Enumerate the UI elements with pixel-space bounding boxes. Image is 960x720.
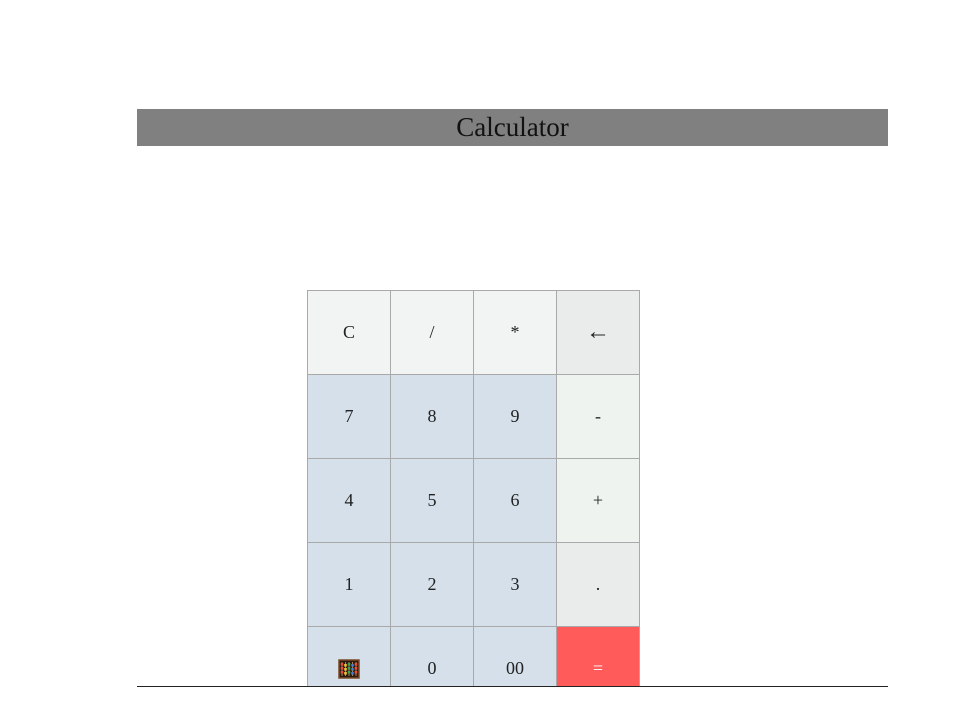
divide-label: / [429, 322, 435, 342]
double-zero-button[interactable]: 00 [474, 627, 557, 687]
digit-5-button[interactable]: 5 [391, 459, 474, 543]
decimal-label: . [595, 574, 601, 594]
calculator-viewport[interactable]: C / * ← 7 8 9-4 5 6 +1 2 3. 0 00 = [137, 146, 888, 687]
clear-button[interactable]: C [308, 291, 391, 375]
digit-4-button[interactable]: 4 [308, 459, 391, 543]
add-button[interactable]: + [557, 459, 640, 543]
digit-7-button[interactable]: 7 [308, 375, 391, 459]
divide-button[interactable]: / [391, 291, 474, 375]
subtract-button[interactable]: - [557, 375, 640, 459]
digit-0-label: 0 [427, 658, 437, 678]
digit-7-label: 7 [344, 406, 354, 426]
clear-label: C [342, 322, 355, 342]
digit-5-label: 5 [427, 490, 437, 510]
multiply-button[interactable]: * [474, 291, 557, 375]
digit-6-button[interactable]: 6 [474, 459, 557, 543]
digit-3-label: 3 [510, 574, 520, 594]
digit-9-button[interactable]: 9 [474, 375, 557, 459]
app-title: Calculator [456, 112, 569, 142]
digit-4-label: 4 [344, 490, 354, 510]
digit-8-button[interactable]: 8 [391, 375, 474, 459]
bottom-divider [137, 686, 888, 687]
digit-1-button[interactable]: 1 [308, 543, 391, 627]
keypad: C / * ← 7 8 9-4 5 6 +1 2 3. 0 00 = [307, 290, 640, 687]
digit-3-button[interactable]: 3 [474, 543, 557, 627]
digit-0-button[interactable]: 0 [391, 627, 474, 687]
equals-button[interactable]: = [557, 627, 640, 687]
backspace-label: ← [586, 319, 610, 345]
digit-2-button[interactable]: 2 [391, 543, 474, 627]
digit-1-label: 1 [344, 574, 354, 594]
abacus-icon [338, 658, 360, 679]
double-zero-label: 00 [506, 658, 524, 678]
digit-6-label: 6 [510, 490, 520, 510]
decimal-button[interactable]: . [557, 543, 640, 627]
digit-8-label: 8 [427, 406, 437, 426]
title-bar: Calculator [137, 109, 888, 146]
digit-2-label: 2 [427, 574, 437, 594]
backspace-button[interactable]: ← [557, 291, 640, 375]
subtract-label: - [595, 406, 601, 426]
multiply-label: * [510, 322, 520, 342]
digit-9-label: 9 [510, 406, 520, 426]
equals-label: = [592, 658, 604, 678]
add-label: + [592, 490, 604, 510]
abacus-button[interactable] [308, 627, 391, 687]
